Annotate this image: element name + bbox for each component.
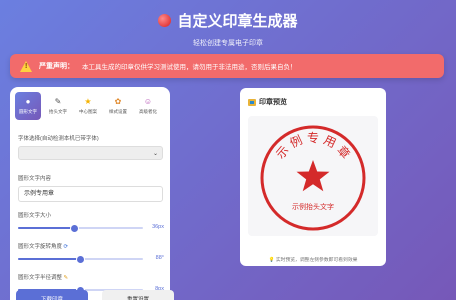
red-circle-icon: [158, 14, 172, 27]
warning-text: 本工具生成的印章仅供学习测试使用，请勿用于非法用途，否则后果自负！: [82, 64, 297, 71]
slider-thumb[interactable]: [76, 254, 85, 264]
text-radius-label: 圆形文字半径调整 ✎: [18, 273, 162, 281]
page-title-text: 自定义印章生成器: [177, 13, 298, 30]
warning-icon: [20, 60, 33, 72]
font-select-label: 字体选择(自动检测本机已带字体): [18, 136, 99, 142]
page-title: 自定义印章生成器: [158, 10, 298, 31]
warning-title: 严重声明：: [39, 63, 74, 70]
tab-label: 圆形文字: [19, 108, 37, 114]
preview-title-text: 印章预览: [259, 99, 287, 106]
circle-text-input[interactable]: 示例专用章: [18, 186, 163, 202]
star-icon: ★: [84, 96, 92, 106]
stamp-circle-char: 用: [321, 133, 338, 151]
circle-text-content-label: 圆形文字内容: [18, 176, 52, 182]
tab-label: 样式设置: [109, 108, 127, 114]
star-icon: [296, 160, 330, 192]
tab-advanced[interactable]: ☺ 高级者化: [135, 92, 161, 120]
tab-style-settings[interactable]: ✿ 样式设置: [105, 92, 131, 120]
text-size-label: 圆形文字大小: [18, 213, 52, 219]
action-buttons: 下载印章 重置设置: [16, 290, 174, 300]
stamp-circle-char: 示: [273, 143, 291, 161]
app-header: 自定义印章生成器 轻松创建专属电子印章: [0, 10, 456, 48]
text-radius-label-text: 圆形文字半径调整: [18, 275, 63, 281]
text-rotation-label-text: 圆形文字旋转角度: [18, 244, 63, 250]
stamp-circle-char: 专: [307, 130, 319, 145]
settings-tabs: ● 圆形文字 ✎ 抬头文字 ★ 中心图案 ✿ 样式设置 ☺ 高级者化: [10, 87, 170, 120]
tab-circle-text[interactable]: ● 圆形文字: [15, 92, 41, 120]
tab-label: 中心图案: [79, 108, 97, 114]
rotate-icon: ⟳: [63, 244, 69, 250]
ruler-icon: ✎: [63, 275, 69, 281]
tab-header-text[interactable]: ✎ 抬头文字: [45, 92, 71, 120]
tab-label: 高级者化: [139, 108, 157, 114]
circle-icon: ●: [25, 96, 31, 106]
picture-icon: [248, 98, 256, 106]
slider-fill: [18, 227, 75, 229]
tab-label: 抬头文字: [49, 108, 67, 114]
text-size-value: 36px: [152, 224, 164, 230]
palette-icon: ✿: [114, 96, 122, 106]
stamp-canvas: 示 例 专 用 章 示例抬头文字: [248, 116, 378, 236]
warning-banner: 严重声明： 本工具生成的印章仅供学习测试使用，请勿用于非法用途，否则后果自负！: [10, 54, 444, 78]
circle-text-form: 字体选择(自动检测本机已带字体) ⌄ 圆形文字内容 示例专用章 圆形文字大小 3…: [10, 120, 170, 295]
slider-thumb[interactable]: [69, 223, 79, 233]
preview-title: 印章预览: [248, 97, 287, 107]
text-size-slider[interactable]: 36px: [18, 223, 168, 233]
stamp-circle-char: 例: [288, 133, 305, 151]
theater-mask-icon: ☺: [143, 96, 153, 106]
stamp-svg: 示 例 专 用 章 示例抬头文字: [260, 125, 366, 231]
pencil-icon: ✎: [54, 96, 62, 106]
page-subtitle: 轻松创建专属电子印章: [193, 40, 263, 47]
text-rotation-value: 88°: [155, 255, 164, 261]
slider-fill: [18, 258, 81, 260]
stamp-bottom-text: 示例抬头文字: [292, 202, 334, 211]
tab-center-pattern[interactable]: ★ 中心图案: [75, 92, 101, 120]
font-select[interactable]: ⌄: [18, 146, 163, 160]
download-stamp-button[interactable]: 下载印章: [16, 290, 88, 300]
text-rotation-label: 圆形文字旋转角度 ⟳: [18, 242, 162, 250]
text-rotation-slider[interactable]: 88°: [18, 254, 168, 264]
preview-panel: 印章预览 示 例 专 用 章 示例抬头文字 💡 实时预览，调整左侧参数即可看到效…: [240, 88, 386, 266]
chevron-down-icon: ⌄: [152, 151, 158, 157]
settings-panel: ● 圆形文字 ✎ 抬头文字 ★ 中心图案 ✿ 样式设置 ☺ 高级者化 字体选择(…: [10, 87, 170, 300]
preview-tip: 💡 实时预览，调整左侧参数即可看到效果: [268, 258, 358, 263]
reset-settings-button[interactable]: 重置设置: [102, 290, 174, 300]
